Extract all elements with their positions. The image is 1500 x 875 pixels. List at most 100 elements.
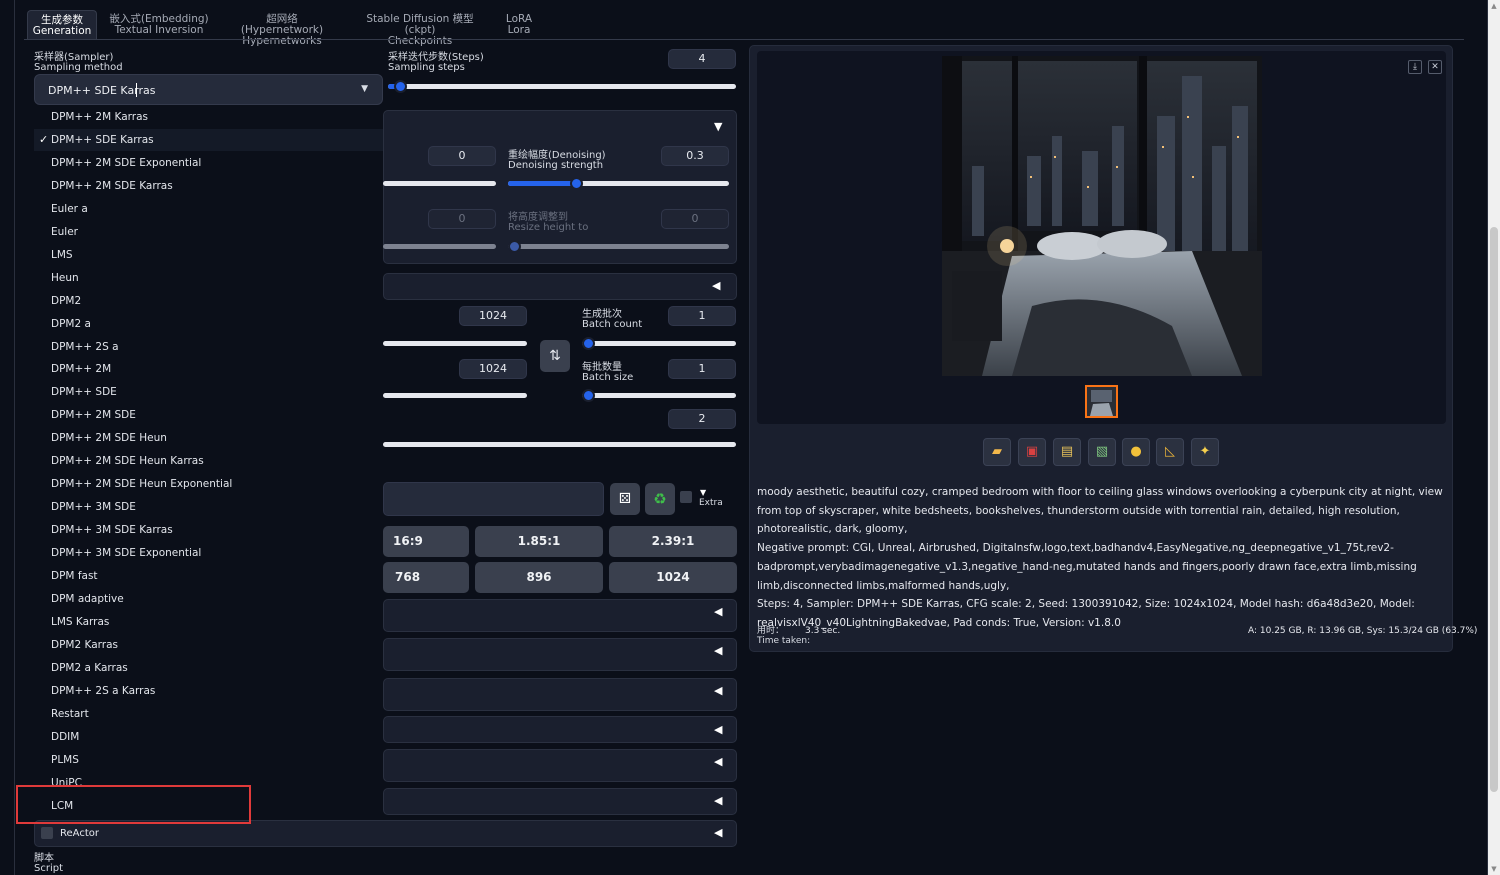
- extension-accordion[interactable]: [383, 749, 737, 782]
- cfg-scale-slider[interactable]: [383, 442, 736, 447]
- collapse-triangle-icon[interactable]: ▼: [714, 121, 722, 133]
- batch-size-slider[interactable]: [582, 393, 736, 398]
- dice-icon[interactable]: ⚄: [610, 483, 640, 515]
- sampler-option[interactable]: Euler a: [34, 198, 383, 220]
- scroll-up-icon[interactable]: ▲: [1488, 0, 1500, 12]
- hires-steps-slider[interactable]: [383, 181, 496, 186]
- extension-accordion[interactable]: [383, 638, 737, 671]
- steps-slider-track[interactable]: [388, 84, 736, 89]
- sampler-option[interactable]: ✓ DPM++ SDE Karras: [34, 128, 383, 151]
- sampler-option[interactable]: DPM++ 2S a Karras: [34, 680, 383, 702]
- send-to-img2img-icon[interactable]: ▧: [1088, 438, 1116, 466]
- batch-size-input[interactable]: 1: [668, 359, 736, 379]
- batch-count-handle[interactable]: [582, 337, 595, 350]
- denoising-input[interactable]: 0.3: [661, 146, 729, 166]
- download-icon[interactable]: ⤓: [1408, 60, 1422, 74]
- expand-triangle-icon[interactable]: ◀: [714, 756, 722, 768]
- tab-checkpoints[interactable]: Stable Diffusion 模型(ckpt) Checkpoints: [354, 10, 486, 47]
- batch-count-slider[interactable]: [582, 341, 736, 346]
- folder-icon[interactable]: ▰: [983, 438, 1011, 466]
- close-icon[interactable]: ✕: [1428, 60, 1442, 74]
- expand-triangle-icon[interactable]: ◀: [714, 827, 722, 839]
- resolution-button[interactable]: 896: [475, 562, 603, 593]
- width-input[interactable]: 1024: [459, 306, 527, 326]
- sampler-option[interactable]: DPM2 a Karras: [34, 657, 383, 679]
- expand-triangle-icon[interactable]: ◀: [714, 685, 722, 697]
- refiner-accordion[interactable]: [383, 273, 737, 300]
- sampler-option[interactable]: LMS Karras: [34, 611, 383, 633]
- sampler-option[interactable]: DPM2 Karras: [34, 634, 383, 656]
- ratio-button[interactable]: 2.39:1: [609, 526, 737, 557]
- sampler-option[interactable]: DPM++ 3M SDE: [34, 496, 383, 518]
- resize-height-slider[interactable]: [508, 244, 729, 249]
- extra-checkbox[interactable]: [680, 491, 692, 503]
- extension-accordion[interactable]: [383, 716, 737, 743]
- expand-triangle-icon[interactable]: ◀: [714, 795, 722, 807]
- tab-textual-inversion[interactable]: 嵌入式(Embedding) Textual Inversion: [108, 10, 210, 40]
- sampler-option[interactable]: PLMS: [34, 749, 383, 771]
- zip-icon[interactable]: ▤: [1053, 438, 1081, 466]
- expand-triangle-icon[interactable]: ◀: [714, 645, 722, 657]
- scroll-down-icon[interactable]: ▼: [1488, 863, 1500, 875]
- height-slider[interactable]: [383, 393, 527, 398]
- denoising-slider-handle[interactable]: [570, 177, 583, 190]
- expand-triangle-icon[interactable]: ◀: [714, 606, 722, 618]
- resize-width-slider[interactable]: [383, 244, 496, 249]
- generated-image[interactable]: [942, 56, 1262, 376]
- sampler-select[interactable]: DPM++ SDE Karras ▼: [34, 74, 383, 105]
- tab-hypernetworks[interactable]: 超网络(Hypernetwork) Hypernetworks: [226, 10, 338, 47]
- sampler-option[interactable]: DPM++ 3M SDE Exponential: [34, 542, 383, 564]
- expand-triangle-icon[interactable]: ◀: [714, 724, 722, 736]
- sampler-option[interactable]: DPM2 a: [34, 313, 383, 335]
- seed-input[interactable]: [383, 482, 604, 516]
- sampler-option[interactable]: DPM++ SDE: [34, 381, 383, 403]
- save-icon[interactable]: ▣: [1018, 438, 1046, 466]
- height-input[interactable]: 1024: [459, 359, 527, 379]
- ratio-button[interactable]: 1.85:1: [475, 526, 603, 557]
- hires-steps-input[interactable]: 0: [428, 146, 496, 166]
- sampler-option[interactable]: DPM++ 2M SDE: [34, 404, 383, 426]
- sampler-option[interactable]: DPM++ 2M SDE Karras: [34, 175, 383, 197]
- batch-count-input[interactable]: 1: [668, 306, 736, 326]
- width-slider[interactable]: [383, 341, 527, 346]
- tab-generation[interactable]: 生成参数 Generation: [27, 10, 97, 40]
- extension-accordion[interactable]: [383, 678, 737, 711]
- swap-vertical-icon[interactable]: ⇅: [540, 340, 570, 372]
- steps-slider-handle[interactable]: [394, 80, 407, 93]
- expand-triangle-icon[interactable]: ◀: [712, 280, 720, 292]
- batch-size-handle[interactable]: [582, 389, 595, 402]
- sampler-option[interactable]: DPM++ 2M SDE Heun Exponential: [34, 473, 383, 495]
- sampler-option[interactable]: DDIM: [34, 726, 383, 748]
- reactor-checkbox[interactable]: [41, 827, 53, 839]
- extension-accordion[interactable]: [383, 599, 737, 632]
- sampler-option[interactable]: DPM++ 2S a: [34, 336, 383, 358]
- cfg-scale-input[interactable]: 2: [668, 409, 736, 429]
- scrollbar-thumb[interactable]: [1490, 227, 1498, 792]
- send-to-extras-icon[interactable]: ◺: [1156, 438, 1184, 466]
- extension-accordion[interactable]: [383, 788, 737, 815]
- sampler-option[interactable]: DPM2: [34, 290, 383, 312]
- sampler-option[interactable]: DPM adaptive: [34, 588, 383, 610]
- sampler-option[interactable]: DPM++ 2M SDE Exponential: [34, 152, 383, 174]
- recycle-icon[interactable]: ♻: [645, 483, 675, 515]
- sampler-option[interactable]: DPM fast: [34, 565, 383, 587]
- send-to-inpaint-icon[interactable]: ●: [1122, 438, 1150, 466]
- resize-height-input[interactable]: 0: [661, 209, 729, 229]
- sparkle-icon[interactable]: ✦: [1191, 438, 1219, 466]
- sampler-option[interactable]: DPM++ 2M SDE Heun Karras: [34, 450, 383, 472]
- resolution-button[interactable]: 768: [383, 562, 469, 593]
- reactor-accordion[interactable]: [34, 820, 737, 847]
- sampler-option[interactable]: LMS: [34, 244, 383, 266]
- sampler-option[interactable]: DPM++ 2M: [34, 358, 383, 380]
- resolution-button[interactable]: 1024: [609, 562, 737, 593]
- steps-input[interactable]: 4: [668, 49, 736, 69]
- ratio-button[interactable]: 16:9: [383, 526, 469, 557]
- image-thumbnail[interactable]: [1085, 385, 1118, 418]
- sampler-option[interactable]: DPM++ 3M SDE Karras: [34, 519, 383, 541]
- sampler-option[interactable]: Heun: [34, 267, 383, 289]
- sampler-option[interactable]: Euler: [34, 221, 383, 243]
- sampler-option[interactable]: DPM++ 2M SDE Heun: [34, 427, 383, 449]
- sampler-option[interactable]: Restart: [34, 703, 383, 725]
- tab-lora[interactable]: LoRA Lora: [500, 10, 538, 40]
- page-scrollbar[interactable]: ▲ ▼: [1488, 0, 1500, 875]
